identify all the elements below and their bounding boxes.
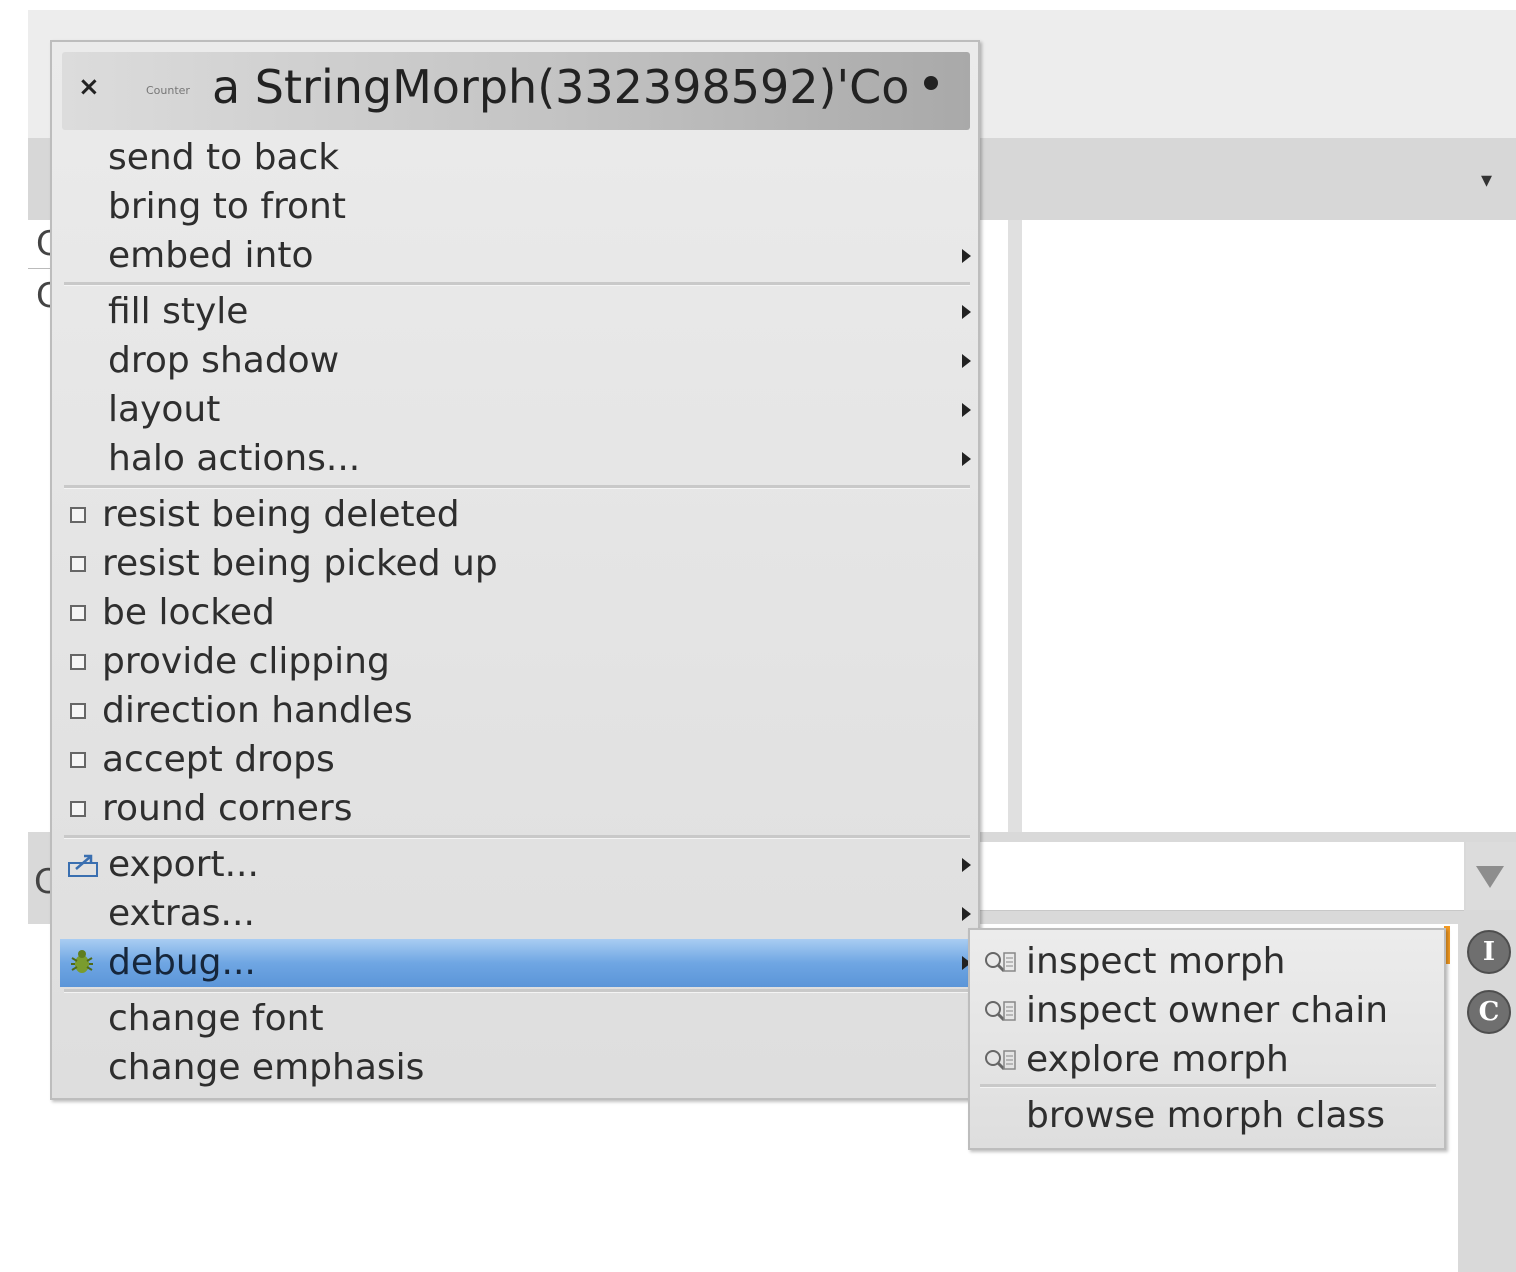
menu-separator bbox=[64, 989, 970, 993]
inspector-icon bbox=[985, 1050, 1016, 1071]
menu-toggle-accept-drops[interactable]: accept drops bbox=[60, 736, 972, 784]
submenu-item-inspect-owner-chain[interactable]: inspect owner chain bbox=[976, 987, 1440, 1035]
menu-item-drop-shadow[interactable]: drop shadow bbox=[60, 337, 972, 385]
close-icon[interactable]: × bbox=[78, 72, 100, 102]
menu-separator bbox=[64, 835, 970, 839]
morph-thumbnail: Counter bbox=[146, 84, 190, 97]
menu-item-halo-actions[interactable]: halo actions... bbox=[60, 435, 972, 483]
morph-context-menu: × Counter a StringMorph(332398592)'Co se… bbox=[50, 40, 980, 1100]
menu-toggle-round-corners[interactable]: round corners bbox=[60, 785, 972, 833]
menu-toggle-resist-picked-up[interactable]: resist being picked up bbox=[60, 540, 972, 588]
checkbox-unchecked-icon[interactable] bbox=[70, 556, 86, 572]
submenu-arrow-icon bbox=[962, 858, 971, 872]
checkbox-unchecked-icon[interactable] bbox=[70, 605, 86, 621]
menu-title-bar: × Counter a StringMorph(332398592)'Co bbox=[62, 52, 970, 130]
pane-splitter[interactable] bbox=[1008, 220, 1022, 832]
menu-toggle-resist-deleted[interactable]: resist being deleted bbox=[60, 491, 972, 539]
checkbox-unchecked-icon[interactable] bbox=[70, 703, 86, 719]
submenu-arrow-icon bbox=[962, 452, 971, 466]
side-column bbox=[1458, 924, 1516, 1272]
submenu-arrow-icon bbox=[962, 907, 971, 921]
class-side-icon[interactable]: C bbox=[1467, 990, 1511, 1034]
menu-item-bring-to-front[interactable]: bring to front bbox=[60, 183, 972, 231]
bug-icon bbox=[71, 950, 93, 973]
submenu-arrow-icon bbox=[962, 354, 971, 368]
menu-item-change-font[interactable]: change font bbox=[60, 995, 972, 1043]
list-divider bbox=[28, 268, 52, 269]
checkbox-unchecked-icon[interactable] bbox=[70, 507, 86, 523]
combo-input[interactable] bbox=[976, 842, 1464, 911]
menu-separator bbox=[64, 282, 970, 286]
submenu-arrow-icon bbox=[962, 249, 971, 263]
menu-item-send-to-back[interactable]: send to back bbox=[60, 134, 972, 182]
right-pane bbox=[1022, 220, 1516, 832]
menu-item-debug[interactable]: debug... bbox=[60, 939, 972, 987]
menu-separator bbox=[64, 485, 970, 489]
submenu-arrow-icon bbox=[962, 305, 971, 319]
instance-side-icon[interactable]: I bbox=[1467, 930, 1511, 974]
toolbar-dropdown-icon[interactable]: ▾ bbox=[1481, 168, 1492, 193]
submenu-item-inspect-morph[interactable]: inspect morph bbox=[976, 938, 1440, 986]
combo-dropdown-button[interactable] bbox=[1466, 842, 1516, 910]
menu-item-layout[interactable]: layout bbox=[60, 386, 972, 434]
pin-icon[interactable] bbox=[924, 76, 938, 90]
menu-toggle-direction-handles[interactable]: direction handles bbox=[60, 687, 972, 735]
menu-item-fill-style[interactable]: fill style bbox=[60, 288, 972, 336]
menu-toggle-be-locked[interactable]: be locked bbox=[60, 589, 972, 637]
checkbox-unchecked-icon[interactable] bbox=[70, 654, 86, 670]
menu-title: a StringMorph(332398592)'Co bbox=[212, 60, 910, 114]
export-icon bbox=[68, 854, 98, 877]
checkbox-unchecked-icon[interactable] bbox=[70, 752, 86, 768]
inspector-icon bbox=[985, 952, 1016, 973]
menu-item-export[interactable]: export... bbox=[60, 841, 972, 889]
submenu-item-browse-morph-class[interactable]: browse morph class bbox=[976, 1092, 1440, 1140]
menu-separator bbox=[980, 1084, 1436, 1088]
debug-submenu: inspect morph inspect owner chain explor… bbox=[968, 928, 1446, 1150]
submenu-arrow-icon bbox=[962, 403, 971, 417]
checkbox-unchecked-icon[interactable] bbox=[70, 801, 86, 817]
menu-item-extras[interactable]: extras... bbox=[60, 890, 972, 938]
submenu-item-explore-morph[interactable]: explore morph bbox=[976, 1036, 1440, 1084]
inspector-icon bbox=[985, 1001, 1016, 1022]
menu-item-embed-into[interactable]: embed into bbox=[60, 232, 972, 280]
menu-toggle-provide-clipping[interactable]: provide clipping bbox=[60, 638, 972, 686]
menu-item-change-emphasis[interactable]: change emphasis bbox=[60, 1044, 972, 1092]
